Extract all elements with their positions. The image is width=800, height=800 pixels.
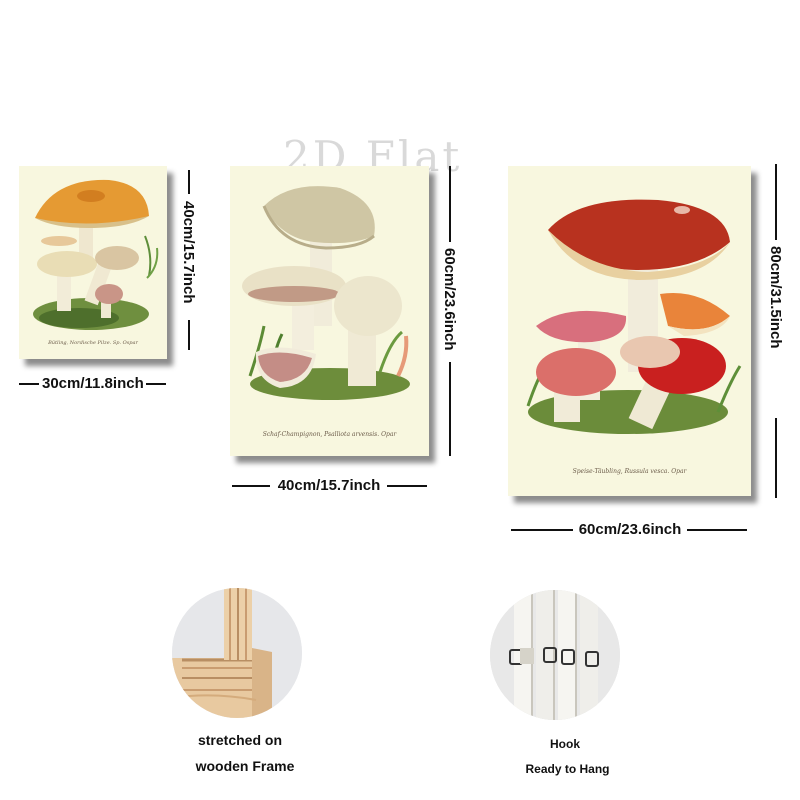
height-label-large: 80cm/31.5inch xyxy=(767,246,784,349)
height-label-medium: 60cm/23.6inch xyxy=(441,248,458,351)
canvas-large: Speise-Täubling, Russula vesca. Opar xyxy=(508,166,751,496)
caption-large: Speise-Täubling, Russula vesca. Opar xyxy=(572,468,687,475)
width-line-small-right xyxy=(146,383,166,385)
caption-small: Bütling, Nordische Pilze. Sp. Ospar xyxy=(48,340,138,346)
mushroom-illustration-small xyxy=(33,179,159,330)
height-line-large-top xyxy=(775,164,777,240)
width-line-medium-left xyxy=(232,485,270,487)
frame-label-line2: wooden Frame xyxy=(195,758,295,774)
width-line-medium-right xyxy=(387,485,427,487)
height-line-small-top xyxy=(188,170,190,194)
hook-label: Hook xyxy=(550,737,580,751)
height-label-small: 40cm/15.7inch xyxy=(180,201,197,304)
width-label-large: 60cm/23.6inch xyxy=(578,521,682,538)
ready-to-hang-label: Ready to Hang xyxy=(525,762,610,776)
width-label-small: 30cm/11.8inch xyxy=(42,375,144,392)
canvas-medium: Schaf-Champignon, Psalliota arvensis. Op… xyxy=(230,166,429,456)
height-line-medium-top xyxy=(449,166,451,242)
width-line-small-left xyxy=(19,383,39,385)
width-label-medium: 40cm/15.7inch xyxy=(277,477,381,494)
hook-photo xyxy=(490,590,620,720)
height-line-small-bottom xyxy=(188,320,190,350)
mushroom-illustration-medium xyxy=(242,186,410,400)
frame-label-line1: stretched on xyxy=(197,732,282,748)
caption-medium: Schaf-Champignon, Psalliota arvensis. Op… xyxy=(262,431,397,438)
width-line-large-left xyxy=(511,529,573,531)
height-line-large-bottom xyxy=(775,418,777,498)
mushroom-illustration-large xyxy=(526,199,742,434)
wooden-frame-photo xyxy=(172,588,302,718)
width-line-large-right xyxy=(687,529,747,531)
height-line-medium-bottom xyxy=(449,362,451,456)
canvas-small: Bütling, Nordische Pilze. Sp. Ospar xyxy=(19,166,167,359)
